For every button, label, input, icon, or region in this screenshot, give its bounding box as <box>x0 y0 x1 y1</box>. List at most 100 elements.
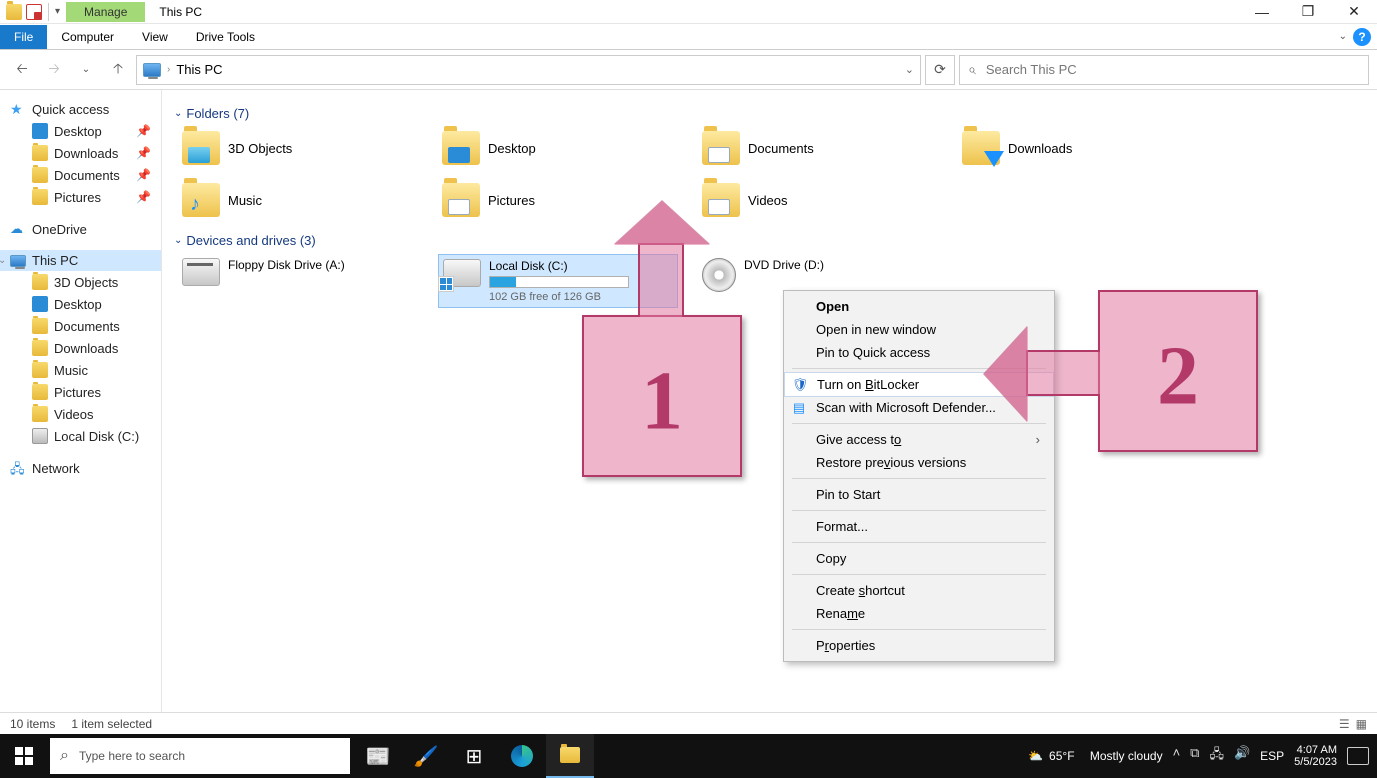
menu-label: Copy <box>816 551 846 566</box>
sidebar-item[interactable]: Pictures📌 <box>0 186 161 208</box>
folder-tile[interactable]: ♪Music <box>178 179 418 221</box>
folder-tile[interactable]: 3D Objects <box>178 127 418 169</box>
forward-button[interactable]: 🡢 <box>40 56 68 84</box>
tray-overflow-icon[interactable]: ˄ <box>1173 745 1181 767</box>
clock-time: 4:07 AM <box>1297 744 1337 756</box>
taskbar-search[interactable]: ⌕ Type here to search <box>50 738 350 774</box>
tab-file[interactable]: File <box>0 25 47 49</box>
sidebar-item[interactable]: Local Disk (C:) <box>0 425 161 447</box>
tiles-view-icon[interactable]: ▦ <box>1356 717 1367 731</box>
taskbar-app-news[interactable]: 📰 <box>354 734 402 778</box>
folder-tile[interactable]: Documents <box>698 127 938 169</box>
start-button[interactable] <box>0 734 48 778</box>
network-icon[interactable]: 🖧 <box>1209 745 1224 767</box>
menu-separator <box>792 542 1046 543</box>
sidebar-item-label: Pictures <box>54 385 101 400</box>
folder-tile[interactable]: Desktop <box>438 127 678 169</box>
group-header-drives[interactable]: ⌄Devices and drives (3) <box>174 233 1367 248</box>
ribbon: File Computer View Drive Tools ⌄ ? <box>0 24 1377 50</box>
sidebar-item[interactable]: Downloads📌 <box>0 142 161 164</box>
volume-icon[interactable]: 🔊 <box>1234 745 1250 767</box>
sidebar-item[interactable]: Videos <box>0 403 161 425</box>
sidebar-item[interactable]: Desktop <box>0 293 161 315</box>
item-icon <box>32 340 48 356</box>
taskbar: ⌕ Type here to search 📰 🖌️ ⊞ ⛅65°F Mostl… <box>0 734 1377 778</box>
folder-icon <box>32 123 48 139</box>
menu-item[interactable]: Open <box>784 295 1054 318</box>
tab-drive-tools[interactable]: Drive Tools <box>182 25 269 49</box>
hdd-icon <box>443 259 481 287</box>
chevron-right-icon[interactable]: › <box>167 64 170 75</box>
maximize-button[interactable]: ❐ <box>1285 0 1331 24</box>
search-box[interactable]: ⌕ Search This PC <box>959 55 1369 85</box>
folder-icon <box>442 183 480 217</box>
sidebar-quick-access[interactable]: ★Quick access <box>0 98 161 120</box>
star-icon: ★ <box>10 101 26 117</box>
address-bar[interactable]: › This PC ⌄ <box>136 55 921 85</box>
sidebar-this-pc[interactable]: ⌄This PC <box>0 250 161 271</box>
weather-widget[interactable]: ⛅65°F Mostly cloudy <box>1028 749 1162 763</box>
address-dropdown-icon[interactable]: ⌄ <box>905 63 914 76</box>
sidebar-item-label: Music <box>54 363 88 378</box>
minimize-button[interactable]: — <box>1239 0 1285 24</box>
sidebar-item-label: Pictures <box>54 190 101 205</box>
sidebar-item[interactable]: Pictures <box>0 381 161 403</box>
sidebar-item[interactable]: Music <box>0 359 161 381</box>
help-icon[interactable]: ? <box>1353 28 1371 46</box>
taskbar-app-paint[interactable]: 🖌️ <box>402 734 450 778</box>
chevron-down-icon[interactable]: ⌄ <box>0 255 6 266</box>
refresh-button[interactable]: ⟳ <box>925 55 955 85</box>
qat-overflow-icon[interactable]: ▾ <box>55 6 60 17</box>
group-header-folders[interactable]: ⌄Folders (7) <box>174 106 1367 121</box>
menu-separator <box>792 574 1046 575</box>
item-icon <box>32 318 48 334</box>
properties-icon[interactable] <box>26 4 42 20</box>
menu-item[interactable]: Give access to› <box>784 428 1054 451</box>
chevron-down-icon[interactable]: ⌄ <box>174 235 182 246</box>
meet-now-icon[interactable]: ⧉ <box>1190 745 1199 767</box>
close-button[interactable]: ✕ <box>1331 0 1377 24</box>
menu-item[interactable]: Properties <box>784 634 1054 657</box>
menu-item[interactable]: Rename <box>784 602 1054 625</box>
sidebar-network[interactable]: 🖧Network <box>0 457 161 479</box>
sidebar-onedrive[interactable]: ☁OneDrive <box>0 218 161 240</box>
monitor-icon <box>10 255 26 267</box>
drive-label: Local Disk (C:) <box>489 259 629 273</box>
menu-item[interactable]: Create shortcut <box>784 579 1054 602</box>
taskbar-taskview[interactable]: ⊞ <box>450 734 498 778</box>
address-label[interactable]: This PC <box>176 62 222 77</box>
back-button[interactable]: 🡠 <box>8 56 36 84</box>
capacity-bar <box>489 276 629 288</box>
folder-tile[interactable]: Videos <box>698 179 938 221</box>
search-icon: ⌕ <box>60 747 69 765</box>
sidebar-item[interactable]: 3D Objects <box>0 271 161 293</box>
ribbon-contextual-manage[interactable]: Manage <box>66 2 145 22</box>
sidebar-item[interactable]: Documents📌 <box>0 164 161 186</box>
sidebar-item[interactable]: Downloads <box>0 337 161 359</box>
menu-item[interactable]: Restore previous versions <box>784 451 1054 474</box>
sidebar-item-label: Desktop <box>54 124 102 139</box>
tab-computer[interactable]: Computer <box>47 25 128 49</box>
language-indicator[interactable]: ESP <box>1260 749 1284 763</box>
app-icon <box>6 4 22 20</box>
item-icon <box>32 384 48 400</box>
menu-item[interactable]: Format... <box>784 515 1054 538</box>
folder-tile[interactable]: Downloads <box>958 127 1198 169</box>
tab-view[interactable]: View <box>128 25 182 49</box>
taskbar-app-explorer[interactable] <box>546 734 594 778</box>
chevron-down-icon[interactable]: ⌄ <box>174 108 182 119</box>
menu-label: Format... <box>816 519 868 534</box>
ribbon-collapse-icon[interactable]: ⌄ <box>1339 31 1347 42</box>
details-view-icon[interactable]: ☰ <box>1339 717 1350 731</box>
sidebar-item[interactable]: Documents <box>0 315 161 337</box>
action-center-icon[interactable] <box>1347 747 1369 765</box>
history-dropdown-icon[interactable]: ⌄ <box>72 56 100 84</box>
sidebar-item[interactable]: Desktop📌 <box>0 120 161 142</box>
menu-item[interactable]: Copy <box>784 547 1054 570</box>
taskbar-app-edge[interactable] <box>498 734 546 778</box>
menu-item[interactable]: Pin to Start <box>784 483 1054 506</box>
menu-label: Properties <box>816 638 875 653</box>
drive-tile[interactable]: Floppy Disk Drive (A:) <box>178 254 418 308</box>
up-button[interactable]: 🡡 <box>104 56 132 84</box>
clock[interactable]: 4:07 AM5/5/2023 <box>1294 744 1337 768</box>
